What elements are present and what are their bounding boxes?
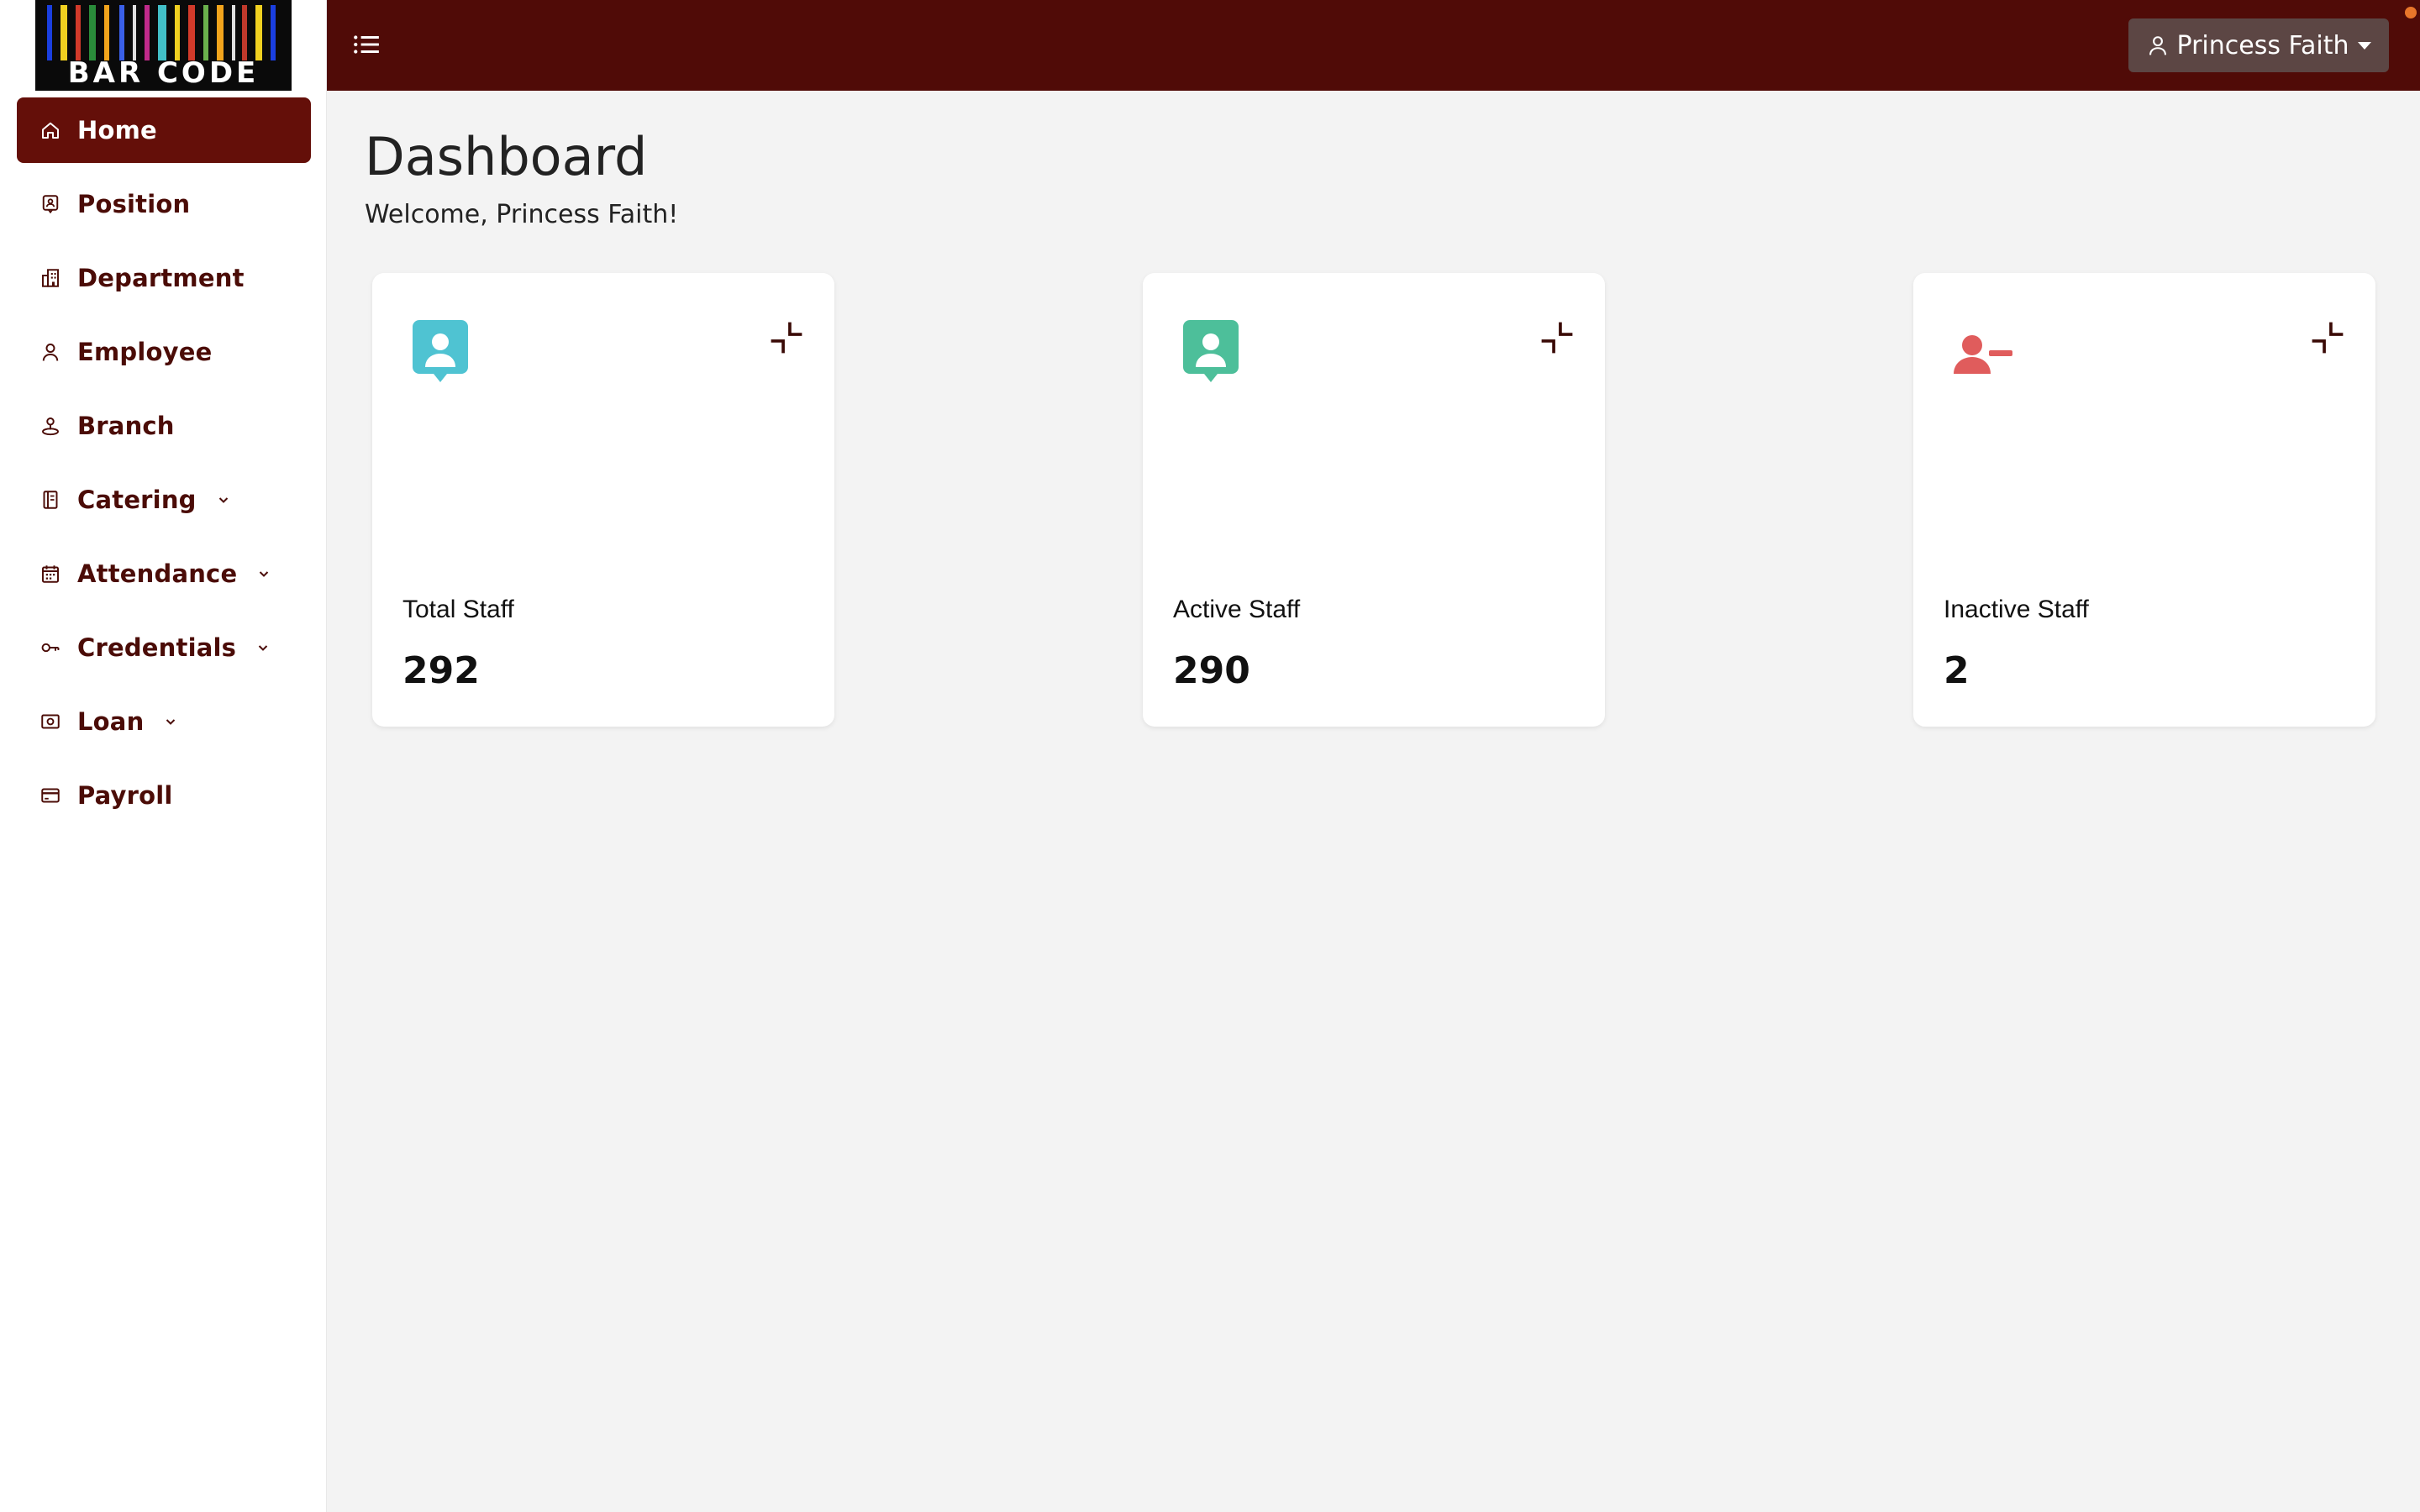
sidebar-item-label: Catering <box>77 486 197 514</box>
card-active-staff: Active Staff 290 <box>1143 273 1605 727</box>
card-title: Inactive Staff <box>1944 596 2089 623</box>
card-value: 292 <box>402 649 480 692</box>
card-value: 290 <box>1173 649 1250 692</box>
sidebar-item-label: Position <box>77 190 191 218</box>
key-icon <box>40 638 60 658</box>
welcome-message: Welcome, Princess Faith! <box>365 200 679 229</box>
money-icon <box>40 711 60 732</box>
sidebar-item-label: Loan <box>77 707 145 736</box>
sidebar-nav: Home Position Department Employee Branch Cate… <box>17 97 311 837</box>
sidebar-item-branch[interactable]: Branch <box>17 393 311 459</box>
home-icon <box>40 120 60 140</box>
top-navbar: Princess Faith <box>327 0 2420 91</box>
main-content: Dashboard Welcome, Princess Faith! Total… <box>327 91 2420 1512</box>
credit-card-icon <box>40 785 60 806</box>
card-title: Active Staff <box>1173 596 1301 623</box>
notebook-icon <box>40 490 60 510</box>
chevron-down-icon <box>257 567 271 580</box>
chevron-down-icon <box>164 715 177 728</box>
sidebar-item-label: Employee <box>77 338 213 366</box>
user-icon <box>40 342 60 362</box>
sidebar-item-employee[interactable]: Employee <box>17 319 311 385</box>
card-value: 2 <box>1944 649 1970 692</box>
sidebar-item-home[interactable]: Home <box>17 97 311 163</box>
sidebar-item-loan[interactable]: Loan <box>17 689 311 754</box>
user-badge-icon <box>409 320 473 387</box>
card-title: Total Staff <box>402 596 514 623</box>
chevron-down-icon <box>2357 41 2371 50</box>
barcode-stripes <box>44 5 283 60</box>
chevron-down-icon <box>256 641 270 654</box>
user-minus-icon <box>1950 320 2014 387</box>
user-badge-icon <box>1180 320 1244 387</box>
user-menu-button[interactable]: Princess Faith <box>2128 18 2389 72</box>
barcode-logo[interactable]: BAR CODE <box>35 0 292 91</box>
sidebar-item-label: Branch <box>77 412 175 440</box>
id-badge-icon <box>40 194 60 214</box>
sidebar-item-label: Credentials <box>77 633 237 662</box>
notification-dot <box>2405 7 2417 18</box>
page-title: Dashboard <box>365 126 648 187</box>
collapse-icon[interactable] <box>2310 320 2345 355</box>
sidebar-item-attendance[interactable]: Attendance <box>17 541 311 606</box>
card-total-staff: Total Staff 292 <box>372 273 834 727</box>
user-name: Princess Faith <box>2176 30 2349 60</box>
sidebar-item-credentials[interactable]: Credentials <box>17 615 311 680</box>
user-icon <box>2147 34 2169 56</box>
sidebar: BAR CODE Home Position Department Employee B… <box>0 0 327 1512</box>
list-icon <box>354 35 379 54</box>
sidebar-item-label: Payroll <box>77 781 173 810</box>
sidebar-item-payroll[interactable]: Payroll <box>17 763 311 828</box>
location-icon <box>40 416 60 436</box>
collapse-icon[interactable] <box>769 320 804 355</box>
building-icon <box>40 268 60 288</box>
sidebar-item-label: Attendance <box>77 559 238 588</box>
sidebar-item-catering[interactable]: Catering <box>17 467 311 533</box>
sidebar-item-position[interactable]: Position <box>17 171 311 237</box>
sidebar-item-department[interactable]: Department <box>17 245 311 311</box>
collapse-icon[interactable] <box>1539 320 1575 355</box>
calendar-icon <box>40 564 60 584</box>
sidebar-item-label: Department <box>77 264 245 292</box>
logo-text: BAR CODE <box>67 56 260 90</box>
sidebar-item-label: Home <box>77 116 157 144</box>
chevron-down-icon <box>217 493 230 507</box>
card-inactive-staff: Inactive Staff 2 <box>1913 273 2375 727</box>
menu-toggle-button[interactable] <box>352 30 381 59</box>
